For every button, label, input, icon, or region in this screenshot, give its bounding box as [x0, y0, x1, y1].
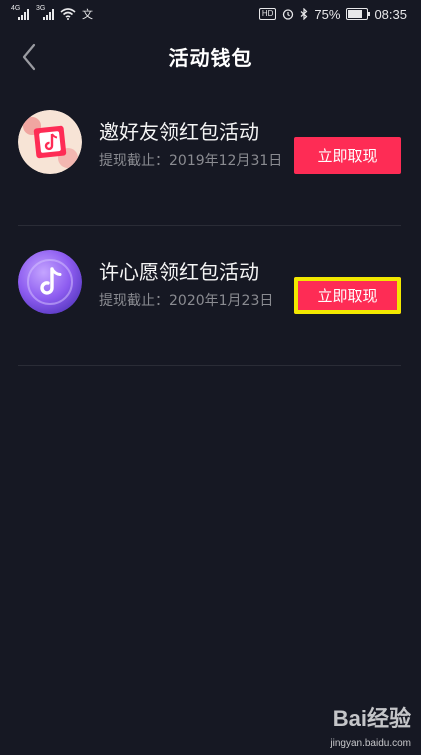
activity-title: 邀好友领红包活动: [99, 120, 259, 144]
alarm-icon: [283, 9, 294, 20]
activity-title: 许心愿领红包活动: [99, 260, 259, 284]
nav-header: 活动钱包: [0, 28, 421, 86]
list-item: 许心愿领红包活动 提现截止：2020年1月23日 立即取现: [18, 226, 401, 366]
wifi-icon: [60, 8, 76, 20]
status-bar: 4G 3G 文 HD 75% 08:35: [0, 0, 421, 28]
notification-app-icon: 文: [82, 9, 93, 21]
battery-percent: 75%: [314, 6, 341, 22]
status-bar-right: HD 75% 08:35: [258, 6, 407, 22]
baidu-logo: Bai经验: [332, 706, 411, 731]
withdraw-deadline: 提现截止：2019年12月31日: [99, 153, 283, 169]
withdraw-now-button[interactable]: 立即取现: [294, 137, 401, 174]
battery-icon: [346, 8, 371, 20]
tiktok-purple-circle-icon: [18, 250, 82, 314]
baidu-jingyan-watermark: Bai经验 jingyan.baidu.com: [281, 701, 411, 749]
cell-signal-icon: 4G: [11, 5, 29, 20]
activity-list: 邀好友领红包活动 提现截止：2019年12月31日 立即取现 许心愿领红包活动: [18, 86, 401, 366]
tiktok-gift-box-icon: [18, 110, 82, 174]
clock: 08:35: [374, 6, 407, 22]
network-type-3g: 3G: [36, 4, 46, 12]
list-item: 邀好友领红包活动 提现截止：2019年12月31日 立即取现: [18, 86, 401, 226]
status-bar-left: 4G 3G 文: [11, 5, 93, 22]
withdraw-deadline: 提现截止：2020年1月23日: [99, 293, 274, 309]
withdraw-now-button[interactable]: 立即取现: [294, 277, 401, 314]
page-title: 活动钱包: [168, 46, 253, 70]
bluetooth-icon: [301, 8, 308, 20]
watermark-url: jingyan.baidu.com: [330, 738, 411, 749]
cell-signal-icon-2: 3G: [36, 5, 54, 20]
hd-voice-icon: HD: [258, 8, 277, 20]
network-type-4g: 4G: [11, 4, 21, 12]
